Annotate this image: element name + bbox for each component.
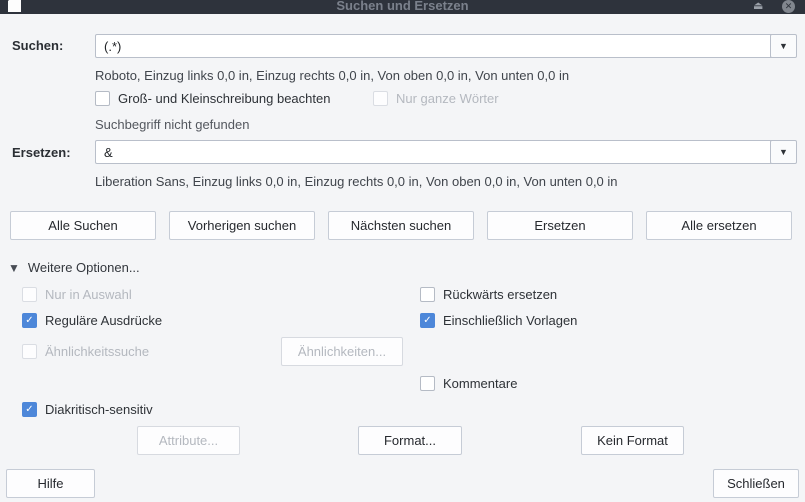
checkbox-box-icon: ✓ (22, 402, 37, 417)
format-button[interactable]: Format... (358, 426, 462, 455)
replace-all-button[interactable]: Alle ersetzen (646, 211, 792, 240)
search-combobox: ▼ (95, 34, 797, 58)
checkbox-styles[interactable]: ✓ Einschließlich Vorlagen (420, 313, 577, 328)
checkbox-box-icon: ✓ (420, 313, 435, 328)
checkbox-regex[interactable]: ✓ Reguläre Ausdrücke (22, 313, 162, 328)
search-status-message: Suchbegriff nicht gefunden (95, 117, 249, 132)
checkbox-comments[interactable]: ✓ Kommentare (420, 376, 517, 391)
expander-triangle-icon: ▼ (8, 262, 20, 274)
checkbox-box-icon: ✓ (95, 91, 110, 106)
more-options-expander[interactable]: ▼ Weitere Optionen... (8, 260, 140, 275)
checkbox-box-icon: ✓ (373, 91, 388, 106)
dialog-title: Suchen und Ersetzen (0, 0, 805, 14)
help-button[interactable]: Hilfe (6, 469, 95, 498)
checkbox-box-icon: ✓ (420, 376, 435, 391)
search-dropdown-button[interactable]: ▼ (770, 34, 797, 58)
checkbox-label: Ähnlichkeitssuche (45, 344, 149, 359)
replace-attributes-hint: Liberation Sans, Einzug links 0,0 in, Ei… (95, 174, 618, 189)
close-button[interactable]: Schließen (713, 469, 799, 498)
search-label: Suchen: (12, 38, 63, 53)
checkbox-label: Nur in Auswahl (45, 287, 132, 302)
checkbox-similarity: ✓ Ähnlichkeitssuche (22, 344, 149, 359)
replace-label: Ersetzen: (12, 145, 71, 160)
checkbox-whole-words: ✓ Nur ganze Wörter (373, 91, 499, 106)
checkbox-label: Nur ganze Wörter (396, 91, 499, 106)
more-options-label: Weitere Optionen... (28, 260, 140, 275)
checkbox-selection-only: ✓ Nur in Auswahl (22, 287, 132, 302)
checkbox-box-icon: ✓ (420, 287, 435, 302)
attributes-button: Attribute... (137, 426, 240, 455)
checkbox-label: Rückwärts ersetzen (443, 287, 557, 302)
chevron-down-icon: ▼ (779, 147, 788, 157)
checkbox-box-icon: ✓ (22, 287, 37, 302)
replace-combobox: ▼ (95, 140, 797, 164)
replace-button[interactable]: Ersetzen (487, 211, 633, 240)
checkbox-label: Einschließlich Vorlagen (443, 313, 577, 328)
search-attributes-hint: Roboto, Einzug links 0,0 in, Einzug rech… (95, 68, 569, 83)
replace-input[interactable] (95, 140, 777, 164)
checkbox-match-case[interactable]: ✓ Groß- und Kleinschreibung beachten (95, 91, 330, 106)
checkmark-icon: ✓ (25, 405, 33, 415)
checkbox-diacritics[interactable]: ✓ Diakritisch-sensitiv (22, 402, 153, 417)
search-input[interactable] (95, 34, 777, 58)
checkbox-label: Diakritisch-sensitiv (45, 402, 153, 417)
titlebar[interactable]: Suchen und Ersetzen ⏏ ✕ (0, 0, 805, 14)
find-previous-button[interactable]: Vorherigen suchen (169, 211, 315, 240)
checkbox-box-icon: ✓ (22, 313, 37, 328)
checkbox-label: Groß- und Kleinschreibung beachten (118, 91, 330, 106)
shade-icon[interactable]: ⏏ (753, 0, 763, 14)
checkbox-backwards[interactable]: ✓ Rückwärts ersetzen (420, 287, 557, 302)
replace-dropdown-button[interactable]: ▼ (770, 140, 797, 164)
checkmark-icon: ✓ (423, 316, 431, 326)
checkbox-label: Kommentare (443, 376, 517, 391)
no-format-button[interactable]: Kein Format (581, 426, 684, 455)
find-and-replace-dialog: Suchen und Ersetzen ⏏ ✕ Suchen: ▼ Roboto… (0, 0, 805, 502)
checkmark-icon: ✓ (25, 316, 33, 326)
checkbox-label: Reguläre Ausdrücke (45, 313, 162, 328)
find-next-button[interactable]: Nächsten suchen (328, 211, 474, 240)
checkbox-box-icon: ✓ (22, 344, 37, 359)
close-icon[interactable]: ✕ (782, 0, 795, 13)
chevron-down-icon: ▼ (779, 41, 788, 51)
find-all-button[interactable]: Alle Suchen (10, 211, 156, 240)
similarities-button: Ähnlichkeiten... (281, 337, 403, 366)
